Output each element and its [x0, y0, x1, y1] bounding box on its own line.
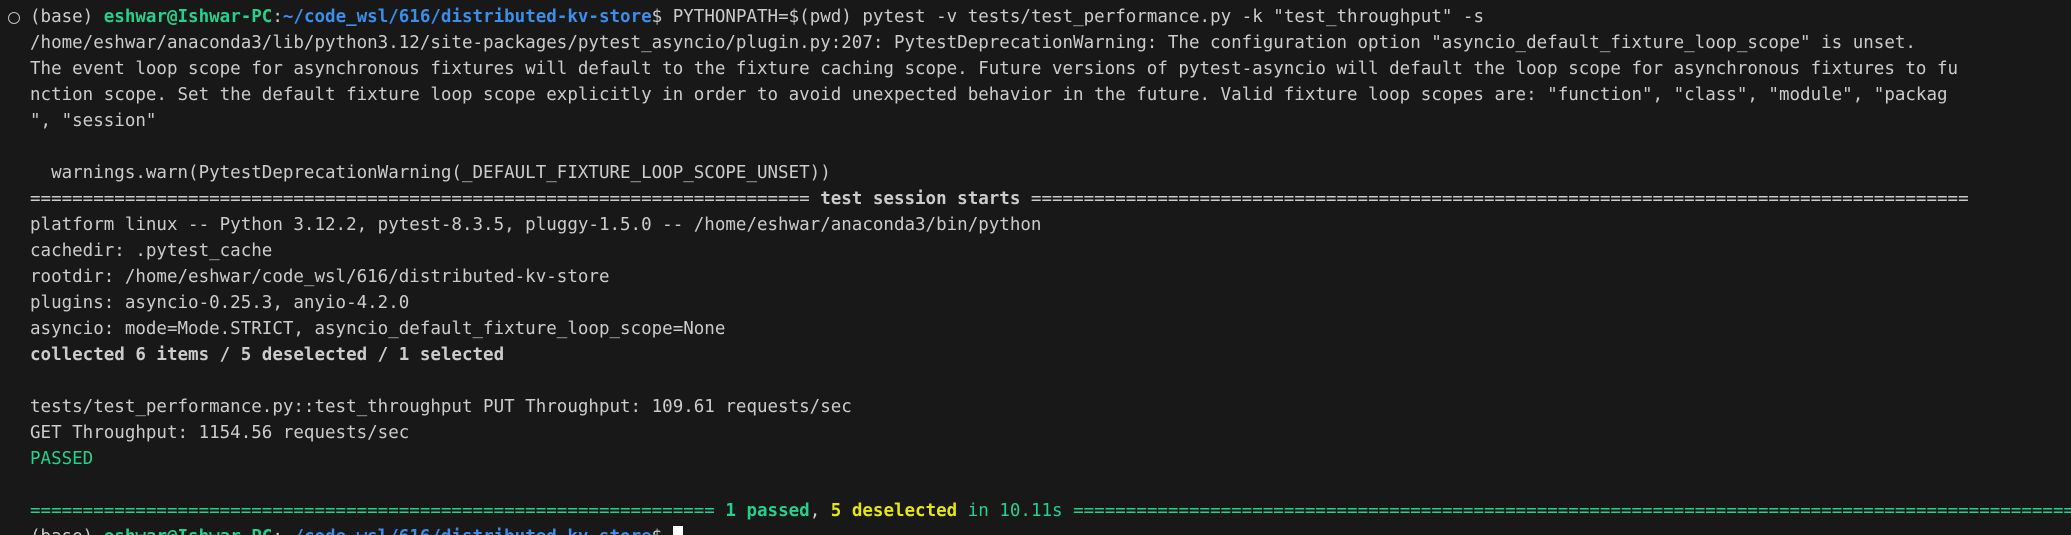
summary-time: in 10.11s: [957, 501, 1074, 521]
text-cursor[interactable]: [672, 526, 683, 535]
test-output-line: GET Throughput: 1154.56 requests/sec: [30, 423, 410, 443]
warn-call-line: warnings.warn(PytestDeprecationWarning(_…: [30, 163, 831, 183]
terminal-gutter: [0, 0, 3, 535]
warning-line: /home/eshwar/anaconda3/lib/python3.12/si…: [30, 33, 1916, 53]
next-prompt-line: (base) eshwar@Ishwar-PC:~/code_wsl/616/d…: [30, 524, 2071, 535]
rule-left: ========================================…: [30, 189, 810, 209]
rule-left: ========================================…: [30, 501, 715, 521]
prompt-separator: :: [272, 527, 283, 535]
passed-status: PASSED: [30, 449, 94, 469]
prompt-env: (base): [30, 7, 104, 27]
prompt-separator: :: [272, 7, 283, 27]
prompt-path: ~/code_wsl/616/distributed-kv-store: [283, 527, 652, 535]
rootdir-line: rootdir: /home/eshwar/code_wsl/616/distr…: [30, 267, 610, 287]
rule-right: ========================================…: [1073, 501, 2071, 521]
warning-line: nction scope. Set the default fixture lo…: [30, 85, 1948, 105]
rule-right: ========================================…: [1030, 189, 1969, 209]
warning-line: ", "session": [30, 111, 157, 131]
test-output-line: tests/test_performance.py::test_throughp…: [30, 397, 852, 417]
passed-count: 1 passed: [725, 501, 810, 521]
terminal-window[interactable]: (base) eshwar@Ishwar-PC:~/code_wsl/616/d…: [0, 0, 2071, 535]
prompt-symbol: $: [652, 527, 673, 535]
command-decoration-icon[interactable]: [8, 12, 20, 24]
prompt-path: ~/code_wsl/616/distributed-kv-store: [282, 7, 652, 27]
warning-line: The event loop scope for asynchronous fi…: [30, 59, 1959, 79]
asyncio-line: asyncio: mode=Mode.STRICT, asyncio_defau…: [30, 319, 726, 339]
session-title: test session starts: [809, 189, 1031, 209]
platform-line: platform linux -- Python 3.12.2, pytest-…: [30, 215, 1042, 235]
prompt-user-host: eshwar@Ishwar-PC: [104, 527, 273, 535]
deselected-count: 5 deselected: [830, 501, 958, 521]
cachedir-line: cachedir: .pytest_cache: [30, 241, 273, 261]
collected-line: collected 6 items / 5 deselected / 1 sel…: [30, 345, 505, 365]
plugins-line: plugins: asyncio-0.25.3, anyio-4.2.0: [30, 293, 410, 313]
summary-line: ========================================…: [30, 498, 2071, 524]
summary-comma: ,: [809, 501, 831, 521]
prompt-symbol: $: [651, 7, 673, 27]
prompt-env: (base): [30, 527, 104, 535]
session-header: ========================================…: [30, 186, 2071, 212]
command-text: PYTHONPATH=$(pwd) pytest -v tests/test_p…: [672, 7, 1484, 27]
prompt-line: (base) eshwar@Ishwar-PC:~/code_wsl/616/d…: [30, 4, 2071, 30]
prompt-user-host: eshwar@Ishwar-PC: [103, 7, 273, 27]
